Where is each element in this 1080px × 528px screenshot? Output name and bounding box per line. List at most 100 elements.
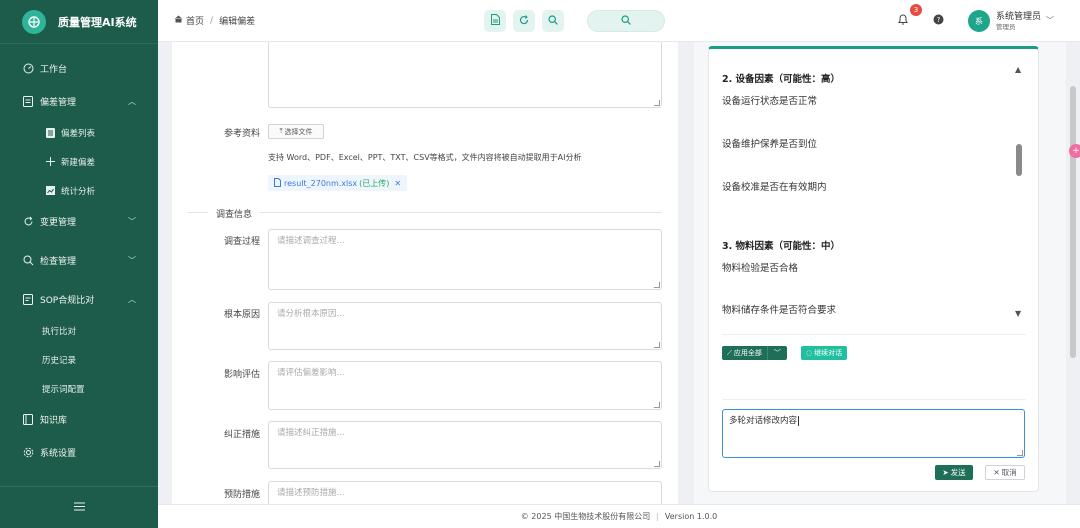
field-label: 影响评估: [223, 370, 260, 380]
list-item: 设备维护保养是否到位: [722, 139, 818, 150]
description-textarea[interactable]: [268, 42, 662, 108]
ai-suggestion-content[interactable]: 2. 设备因素（可能性：高） 设备运行状态是否正常 设备维护保养是否到位 设备校…: [709, 49, 1040, 339]
scrollbar[interactable]: [1016, 144, 1022, 176]
resize-handle-icon[interactable]: [654, 461, 660, 467]
breadcrumb-home[interactable]: 首页: [186, 14, 204, 27]
refresh-button[interactable]: [513, 10, 535, 32]
floating-plus-icon[interactable]: +: [1069, 144, 1080, 158]
deviation-form: 参考资料 ⤒ 选择文件 支持 Word、PDF、Excel、PPT、TXT、CS…: [172, 42, 678, 504]
chevron-down-icon: ﹀: [128, 217, 136, 226]
logo-icon: [22, 9, 46, 34]
send-button[interactable]: ➤ 发送: [935, 465, 973, 480]
sidebar-item-sop-compare[interactable]: SOP合规比对 ︿: [0, 283, 158, 316]
breadcrumb-separator: /: [210, 15, 214, 26]
app-title: 质量管理AI系统: [58, 15, 137, 29]
resize-handle-icon[interactable]: [654, 282, 660, 288]
gear-icon: [22, 447, 34, 459]
refresh-icon: [22, 216, 34, 228]
file-name: result_270nm.xlsx: [284, 178, 358, 188]
root-cause-textarea[interactable]: 请分析根本原因...: [268, 302, 662, 350]
global-search[interactable]: [587, 10, 665, 32]
apply-all-main[interactable]: ⟋ 应用全部: [722, 346, 767, 360]
field-label: 根本原因: [223, 310, 260, 320]
list-item: 设备运行状态是否正常: [722, 96, 818, 107]
divider: [722, 334, 1026, 335]
sidebar-item-label: 变更管理: [40, 218, 77, 228]
preventive-textarea[interactable]: 请描述预防措施...: [268, 481, 662, 504]
cancel-button[interactable]: ✕ 取消: [985, 465, 1025, 480]
sidebar-item-knowledge[interactable]: 知识库: [0, 403, 158, 436]
avatar[interactable]: 系: [968, 10, 990, 32]
sidebar-item-history[interactable]: 历史记录: [0, 345, 158, 374]
list-icon: [45, 127, 55, 138]
breadcrumb: 首页 / 编辑偏差: [174, 14, 255, 27]
list-item: 物料储存条件是否符合要求: [722, 305, 837, 316]
search-icon: [22, 255, 34, 267]
plus-icon: [45, 157, 55, 167]
help-icon[interactable]: ?: [933, 14, 944, 28]
sidebar-item-change[interactable]: 变更管理 ﹀: [0, 205, 158, 238]
sidebar-collapse-button[interactable]: [0, 486, 158, 528]
sidebar-item-settings[interactable]: 系统设置: [0, 436, 158, 469]
apply-all-button[interactable]: ⟋ 应用全部 ﹀: [722, 346, 787, 360]
apply-all-dropdown[interactable]: ﹀: [766, 346, 787, 360]
send-icon: ➤: [942, 468, 949, 477]
corrective-textarea[interactable]: 请描述纠正措施...: [268, 421, 662, 469]
file-icon: [274, 177, 281, 189]
field-label: 调查过程: [223, 237, 260, 247]
page-scrollbar[interactable]: [1070, 86, 1076, 358]
investigation-textarea[interactable]: 请描述调查过程...: [268, 229, 662, 290]
ai-suggestion-card: 2. 设备因素（可能性：高） 设备运行状态是否正常 设备维护保养是否到位 设备校…: [708, 46, 1039, 492]
uploaded-file-tag[interactable]: result_270nm.xlsx (已上传) ✕: [268, 175, 408, 191]
remove-file-icon[interactable]: ✕: [394, 179, 401, 188]
resize-handle-icon[interactable]: [654, 402, 660, 408]
menu-icon: [73, 502, 85, 514]
sidebar-item-prompt-config[interactable]: 提示词配置: [0, 374, 158, 403]
choose-file-button[interactable]: ⤒ 选择文件: [268, 124, 324, 139]
list-item: 物料检验是否合格: [722, 263, 799, 274]
close-icon: ✕: [993, 468, 1000, 477]
resize-handle-icon[interactable]: [654, 342, 660, 348]
sidebar-item-label: 偏差列表: [61, 128, 96, 139]
chat-input[interactable]: 多轮对话修改内容: [722, 409, 1025, 458]
upload-hint: 支持 Word、PDF、Excel、PPT、TXT、CSV等格式，文件内容将被自…: [268, 153, 582, 162]
header-toolbar: [484, 10, 564, 32]
sidebar-item-deviation-list[interactable]: 偏差列表: [0, 118, 158, 147]
apply-all-label: 应用全部: [733, 349, 762, 357]
section-title: 调查信息: [208, 207, 261, 220]
section-title: 3. 物料因素（可能性：中）: [722, 241, 841, 252]
scroll-down-icon[interactable]: ▼: [1015, 309, 1021, 318]
top-header: 首页 / 编辑偏差 3 ? 系 系统管理员 管理员 ﹀: [158, 0, 1080, 42]
resize-handle-icon[interactable]: [1017, 450, 1023, 456]
sidebar-item-label: 历史记录: [42, 355, 77, 366]
chevron-down-icon: ﹀: [773, 349, 781, 357]
copyright: © 2025 中国生物技术股份有限公司: [520, 512, 651, 521]
sidebar-item-deviation[interactable]: 偏差管理 ︿: [0, 85, 158, 118]
dashboard-icon: [22, 63, 34, 75]
chevron-down-icon[interactable]: ﹀: [1046, 15, 1054, 26]
resize-handle-icon[interactable]: [654, 100, 660, 106]
impact-textarea[interactable]: 请评估偏差影响...: [268, 361, 662, 410]
upload-icon: ⤒: [279, 127, 283, 135]
sidebar-item-new-deviation[interactable]: 新建偏差: [0, 147, 158, 176]
sidebar-item-execute-compare[interactable]: 执行比对: [0, 316, 158, 345]
sidebar-item-inspection[interactable]: 检查管理 ﹀: [0, 244, 158, 277]
user-role: 管理员: [996, 23, 1016, 31]
sidebar-item-statistics[interactable]: 统计分析: [0, 176, 158, 205]
list-item: 设备校准是否在有效期内: [722, 182, 827, 193]
sidebar-item-label: 偏差管理: [40, 98, 77, 108]
continue-chat-button[interactable]: ◌ 继续对话: [801, 346, 848, 360]
sidebar-item-label: 执行比对: [42, 326, 77, 337]
scroll-up-icon[interactable]: ▲: [1015, 65, 1021, 74]
sidebar-item-label: 知识库: [40, 416, 68, 426]
file-status: (已上传): [359, 178, 390, 188]
bell-icon[interactable]: [898, 14, 908, 28]
placeholder: 请评估偏差影响...: [277, 368, 345, 378]
sidebar-item-workbench[interactable]: 工作台: [0, 52, 158, 85]
placeholder: 请描述预防措施...: [277, 488, 345, 498]
document-button[interactable]: [484, 10, 506, 32]
search-button[interactable]: [542, 10, 564, 32]
sidebar-menu: 工作台 偏差管理 ︿ 偏差列表 新建偏差 统计分析 变更管理 ﹀ 检查管理 ﹀ …: [0, 44, 158, 469]
app-root: 质量管理AI系统 工作台 偏差管理 ︿ 偏差列表 新建偏差 统计分析 变更管理 …: [0, 0, 1080, 528]
refresh-icon: [519, 14, 529, 28]
